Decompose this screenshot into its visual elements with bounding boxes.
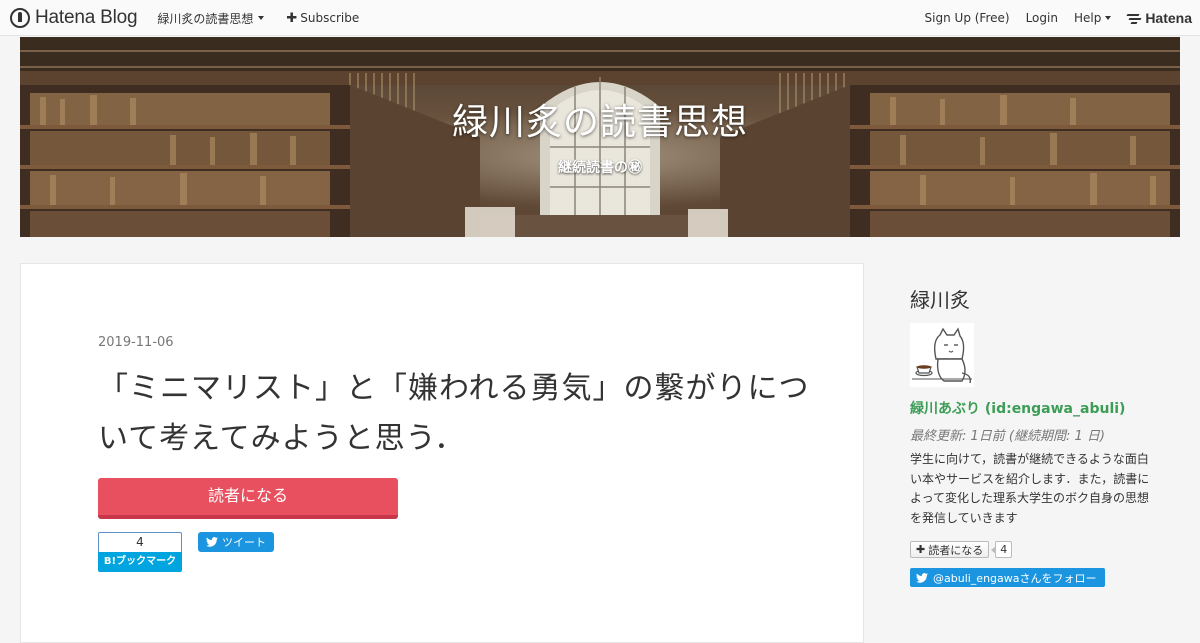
reader-count[interactable]: 4 xyxy=(991,541,1013,558)
tweet-button[interactable]: ツイート xyxy=(198,532,274,552)
blog-header-image[interactable]: 緑川炙の読書思想 継続読書の㊙ xyxy=(20,37,1180,237)
bookmark-label[interactable]: B!ブックマーク xyxy=(98,552,182,572)
profile-description: 学生に向けて，読書が継続できるような面白い本やサービスを紹介します．また，読書に… xyxy=(910,452,1150,525)
subscribe-label: Subscribe xyxy=(300,11,360,25)
global-header: Hatena Blog 緑川炙の読書思想 ✚ Subscribe Sign Up… xyxy=(0,0,1200,36)
blog-name-label: 緑川炙の読書思想 xyxy=(157,11,254,26)
help-label: Help xyxy=(1073,11,1102,25)
plus-icon: ✚ xyxy=(286,10,298,26)
entry-title[interactable]: 「ミニマリスト」と「嫌われる勇気」の繋がりについて考えてみようと思う． xyxy=(98,364,818,464)
bookmark-count[interactable]: 4 xyxy=(98,532,182,552)
subscribe-reader-button[interactable]: 読者になる xyxy=(98,478,398,519)
logo-text: Hatena Blog xyxy=(35,7,138,28)
hatena-blog-logo-icon xyxy=(10,8,30,28)
entry-date[interactable]: 2019-11-06 xyxy=(98,335,174,350)
caret-down-icon xyxy=(1105,16,1112,20)
sidebar-subscribe-button[interactable]: ✚ 読者になる xyxy=(910,541,990,558)
help-menu[interactable]: Help xyxy=(1073,11,1112,25)
subscribe-link[interactable]: ✚ Subscribe xyxy=(286,11,359,26)
profile-heading: 緑川炙 xyxy=(910,288,970,312)
twitter-bird-icon xyxy=(916,572,928,583)
hatena-label: Hatena xyxy=(1145,10,1192,26)
hero-blog-subtitle: 継続読書の㊙ xyxy=(558,160,642,176)
profile-avatar[interactable] xyxy=(910,323,974,387)
caret-down-icon xyxy=(258,16,265,20)
entry-card: 2019-11-06 「ミニマリスト」と「嫌われる勇気」の繋がりについて考えてみ… xyxy=(20,263,864,643)
sidebar-reader-widget: ✚ 読者になる 4 xyxy=(910,541,1013,558)
hero-blog-title[interactable]: 緑川炙の読書思想 xyxy=(20,93,1180,145)
sidebar-subscribe-label: 読者になる xyxy=(928,543,984,557)
hatena-bookmark-button[interactable]: 4 B!ブックマーク xyxy=(98,532,182,572)
twitter-bird-icon xyxy=(206,537,218,547)
hatena-logo[interactable]: Hatena xyxy=(1126,10,1192,26)
twitter-follow-label: @abuli_engawaさんをフォロー xyxy=(933,571,1097,585)
signup-link[interactable]: Sign Up (Free) xyxy=(925,11,1010,25)
tweet-label: ツイート xyxy=(222,536,266,549)
plus-icon: ✚ xyxy=(916,543,926,556)
twitter-follow-button[interactable]: @abuli_engawaさんをフォロー xyxy=(910,568,1105,587)
profile-last-updated: 最終更新: 1日前 (継続期間: 1 日) xyxy=(910,429,1105,444)
blog-name-menu[interactable]: 緑川炙の読書思想 xyxy=(157,10,265,27)
hatena-mark-icon xyxy=(1126,13,1142,24)
login-link[interactable]: Login xyxy=(1026,11,1058,25)
hatena-blog-logo[interactable]: Hatena Blog xyxy=(10,7,138,29)
profile-user-id[interactable]: 緑川あぶり (id:engawa_abuli) xyxy=(910,398,1125,418)
